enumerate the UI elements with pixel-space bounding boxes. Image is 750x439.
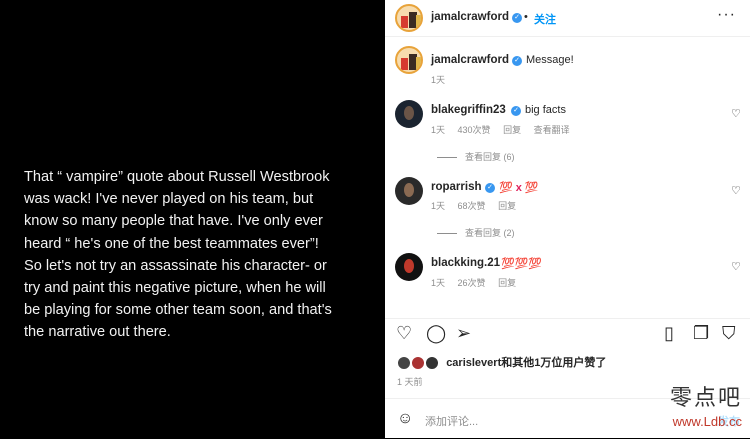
comment-icon[interactable]: ◯ (426, 324, 446, 342)
comment-meta: 1天 26次赞 回复 (431, 276, 526, 289)
comment-likes[interactable]: 26次赞 (458, 278, 486, 288)
comment-avatar[interactable] (395, 253, 423, 281)
watermark-cn: 零点吧 (669, 386, 742, 411)
comment-username[interactable]: roparrish (431, 181, 482, 193)
view-replies-button[interactable]: 查看回复 (6) (437, 150, 515, 163)
comment-heart-icon[interactable]: ♡ (731, 107, 741, 120)
save-icon[interactable]: ⛉ (722, 324, 736, 342)
caption-avatar[interactable] (395, 46, 423, 74)
comment-text: big facts (525, 104, 566, 116)
comment-avatar[interactable] (395, 177, 423, 205)
reply-button[interactable]: 回复 (498, 201, 516, 211)
more-horizontal-icon[interactable]: ··· (717, 6, 736, 24)
comment-meta: 1天 68次赞 回复 (431, 199, 526, 212)
bookmark-icon[interactable]: ▯ (664, 324, 674, 342)
post-text: That “ vampire” quote about Russell West… (24, 169, 332, 341)
watermark: 零点吧 www.Ldb.cc (670, 380, 742, 429)
post-side-panel: jamalcrawford ✓ • 关注 ··· jamalcrawford ✓… (385, 0, 750, 438)
liker-avatar (397, 356, 411, 371)
action-bar: ♡ ◯ ➢ ▯ ❐ ⛉ (385, 318, 750, 347)
share-icon[interactable]: ➢ (456, 324, 471, 342)
caption-username[interactable]: jamalcrawford (431, 54, 509, 66)
watermark-url: www.Ldb.cc (672, 414, 742, 429)
emoji-icon[interactable]: ☺ (397, 410, 413, 428)
caption-text: Message! (526, 54, 574, 66)
post-time[interactable]: 1 天前 (397, 375, 423, 388)
comment-time[interactable]: 1天 (431, 201, 445, 211)
separator-dot: • (524, 11, 528, 23)
header-username[interactable]: jamalcrawford (431, 11, 509, 23)
comment-text: 💯 x 💯 (499, 182, 539, 194)
verified-icon: ✓ (512, 13, 522, 23)
comment-likes[interactable]: 68次赞 (458, 201, 486, 211)
repost-icon[interactable]: ❐ (693, 324, 709, 342)
comment-text: 💯💯💯 (501, 258, 543, 270)
verified-icon: ✓ (512, 56, 522, 66)
verified-icon: ✓ (485, 183, 495, 193)
comment-avatar[interactable] (395, 100, 423, 128)
follow-button[interactable]: 关注 (534, 11, 556, 27)
translate-button[interactable]: 查看翻译 (534, 125, 570, 135)
liker-avatar (425, 356, 440, 371)
avatar[interactable] (395, 4, 423, 32)
comment-time[interactable]: 1天 (431, 278, 445, 288)
verified-icon: ✓ (511, 106, 521, 116)
post-image: That “ vampire” quote about Russell West… (0, 0, 385, 438)
view-replies-button[interactable]: 查看回复 (2) (437, 226, 515, 239)
comment-username[interactable]: blackking.21 (431, 257, 500, 269)
reply-button[interactable]: 回复 (503, 125, 521, 135)
comment-meta: 1天 430次赞 回复 查看翻译 (431, 123, 580, 136)
caption-time[interactable]: 1天 (431, 73, 445, 86)
comment-username[interactable]: blakegriffin23 (431, 104, 506, 116)
reply-button[interactable]: 回复 (498, 278, 516, 288)
post-header: jamalcrawford ✓ • 关注 ··· (385, 0, 750, 37)
comment-heart-icon[interactable]: ♡ (731, 260, 741, 273)
comment-time[interactable]: 1天 (431, 125, 445, 135)
comment-input[interactable]: 添加评论... (425, 413, 478, 429)
liker-avatar (411, 356, 426, 371)
comment-heart-icon[interactable]: ♡ (731, 184, 741, 197)
comment-likes[interactable]: 430次赞 (458, 125, 491, 135)
likes-line[interactable]: carislevert和其他1万位用户赞了 (397, 354, 607, 371)
likes-text: carislevert和其他1万位用户赞了 (446, 357, 607, 369)
heart-icon[interactable]: ♡ (396, 324, 412, 342)
